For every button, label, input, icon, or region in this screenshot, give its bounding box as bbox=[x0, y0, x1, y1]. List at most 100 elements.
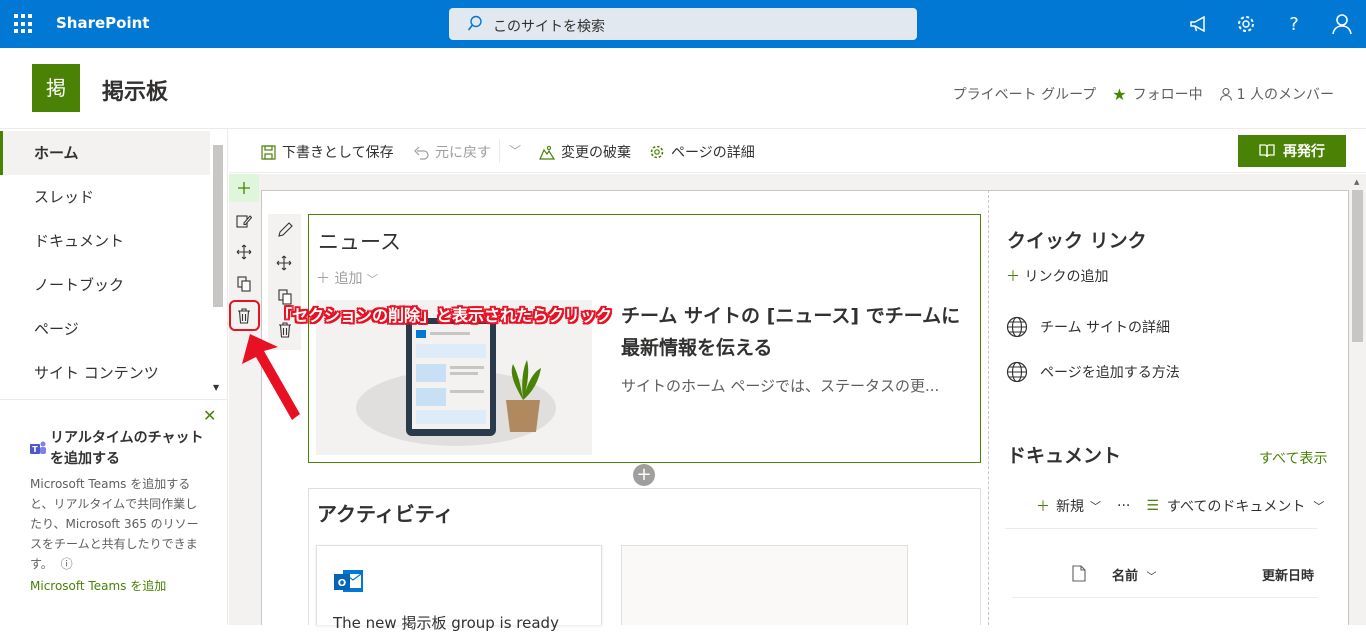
view-selector[interactable]: ☰ すべてのドキュメント ﹀ bbox=[1146, 496, 1324, 516]
add-teams-link[interactable]: Microsoft Teams を追加 bbox=[30, 577, 166, 594]
move-icon bbox=[236, 244, 252, 260]
privacy-label: プライベート グループ bbox=[952, 87, 1097, 103]
site-title[interactable]: 掲示板 bbox=[102, 74, 168, 106]
plus-icon bbox=[238, 182, 250, 194]
teams-promo-title: リアルタイムのチャットを追加する bbox=[50, 430, 204, 467]
quick-link-label: チーム サイトの詳細 bbox=[1040, 320, 1171, 336]
quick-link-add-page[interactable]: ページを追加する方法 bbox=[1006, 361, 1180, 383]
more-button[interactable]: ··· bbox=[1117, 498, 1130, 514]
move-icon[interactable] bbox=[276, 255, 292, 271]
move-section-button[interactable] bbox=[229, 238, 259, 266]
activity-card-placeholder bbox=[621, 545, 908, 625]
divider bbox=[1012, 597, 1317, 598]
site-meta: プライベート グループ ★ フォロー中 1 人のメンバー bbox=[953, 84, 1334, 104]
chevron-down-icon: ﹀ bbox=[509, 144, 522, 158]
globe-icon bbox=[1006, 316, 1028, 338]
follow-button[interactable]: ★ フォロー中 bbox=[1112, 84, 1202, 104]
nav-item-site-contents[interactable]: サイト コンテンツ bbox=[0, 351, 210, 395]
search-box[interactable]: このサイトを検索 bbox=[449, 8, 917, 40]
quick-link-team-site[interactable]: チーム サイトの詳細 bbox=[1006, 316, 1170, 338]
page-scrollbar-thumb[interactable] bbox=[1352, 190, 1363, 342]
discard-changes-button[interactable]: 変更の破棄 bbox=[539, 142, 631, 162]
add-section-button[interactable] bbox=[229, 174, 259, 202]
modified-column-header[interactable]: 更新日時 bbox=[1262, 565, 1314, 584]
members-label: 1 人のメンバー bbox=[1236, 87, 1334, 103]
save-draft-button[interactable]: 下書きとして保存 bbox=[261, 142, 394, 162]
scroll-up-icon[interactable]: ▲ bbox=[1354, 178, 1359, 186]
page-details-label: ページの詳細 bbox=[671, 145, 755, 161]
chevron-down-icon: ﹀ bbox=[366, 273, 378, 286]
nav-item-pages[interactable]: ページ bbox=[0, 307, 210, 351]
outlook-icon: O bbox=[334, 570, 363, 592]
waffle-icon[interactable] bbox=[14, 14, 34, 34]
help-icon[interactable]: ? bbox=[1282, 12, 1306, 36]
members-button[interactable]: 1 人のメンバー bbox=[1219, 84, 1334, 104]
news-add-button[interactable]: ＋ 追加 ﹀ bbox=[316, 268, 378, 288]
undo-button[interactable]: 元に戻す bbox=[413, 142, 491, 162]
info-icon[interactable]: ⓘ bbox=[61, 557, 73, 571]
news-title[interactable]: ニュース bbox=[318, 226, 401, 256]
add-link-button[interactable]: ＋ リンクの追加 bbox=[1006, 266, 1108, 286]
plus-icon: ＋ bbox=[316, 271, 330, 287]
undo-dropdown[interactable]: ﹀ bbox=[509, 142, 521, 159]
delete-highlight-box bbox=[229, 300, 260, 331]
list-icon: ☰ bbox=[1146, 498, 1159, 514]
gear-icon[interactable] bbox=[1234, 12, 1258, 36]
new-label: 新規 bbox=[1056, 499, 1084, 515]
edit-section-icon bbox=[236, 215, 252, 228]
view-label: すべてのドキュメント bbox=[1166, 499, 1306, 515]
copy-icon bbox=[237, 276, 251, 292]
brand-name[interactable]: SharePoint bbox=[56, 14, 149, 32]
left-navigation: ホーム スレッド ドキュメント ノートブック ページ サイト コンテンツ bbox=[0, 129, 228, 399]
column-divider bbox=[988, 190, 989, 625]
news-headline[interactable]: チーム サイトの [ニュース] でチームに最新情報を伝える bbox=[621, 300, 976, 364]
documents-title: ドキュメント bbox=[1007, 445, 1122, 467]
nav-item-documents[interactable]: ドキュメント bbox=[0, 219, 210, 263]
nav-scrollbar[interactable] bbox=[213, 145, 223, 307]
undo-label: 元に戻す bbox=[435, 145, 491, 161]
svg-text:O: O bbox=[338, 578, 347, 589]
divider bbox=[1005, 528, 1317, 529]
search-icon bbox=[467, 15, 482, 31]
see-all-link[interactable]: すべて表示 bbox=[1259, 448, 1327, 468]
teams-promo-description: Microsoft Teams を追加すると、リアルタイムで共同作業したり、Mi… bbox=[30, 474, 205, 574]
quick-links-title: クイック リンク bbox=[1007, 230, 1147, 252]
nav-scroll-down-icon[interactable]: ▼ bbox=[213, 383, 219, 392]
command-bar: 下書きとして保存 元に戻す ﹀ 変更の破棄 ページの詳細 bbox=[229, 129, 1366, 173]
star-icon: ★ bbox=[1112, 84, 1127, 104]
nav-item-home[interactable]: ホーム bbox=[0, 131, 210, 175]
duplicate-section-button[interactable] bbox=[229, 270, 259, 298]
chevron-down-icon: ﹀ bbox=[1090, 500, 1101, 513]
name-column-header[interactable]: 名前 ﹀ bbox=[1112, 565, 1157, 584]
undo-icon bbox=[414, 146, 429, 160]
documents-commandbar: ＋ 新規 ﹀ ··· ☰ すべてのドキュメント ﹀ bbox=[1036, 496, 1324, 516]
name-column-label: 名前 bbox=[1112, 569, 1139, 584]
megaphone-icon[interactable] bbox=[1188, 12, 1212, 36]
edit-section-button[interactable] bbox=[229, 207, 259, 235]
news-summary: サイトのホーム ページでは、ステータスの更... bbox=[621, 377, 940, 395]
page-details-button[interactable]: ページの詳細 bbox=[649, 142, 755, 162]
save-icon bbox=[261, 144, 276, 160]
republish-button[interactable]: 再発行 bbox=[1238, 135, 1346, 167]
book-icon bbox=[1259, 144, 1275, 158]
plus-icon: ＋ bbox=[1036, 499, 1050, 515]
nav-item-notebook[interactable]: ノートブック bbox=[0, 263, 210, 307]
site-logo[interactable]: 掲 bbox=[32, 64, 80, 112]
republish-label: 再発行 bbox=[1283, 144, 1325, 160]
discard-label: 変更の破棄 bbox=[561, 145, 631, 161]
globe-icon bbox=[1006, 361, 1028, 383]
plus-icon: ＋ bbox=[1006, 269, 1020, 285]
new-document-button[interactable]: ＋ 新規 ﹀ bbox=[1036, 496, 1101, 516]
teams-promo-text: Microsoft Teams を追加すると、リアルタイムで共同作業したり、Mi… bbox=[30, 477, 199, 571]
person-icon[interactable] bbox=[1330, 12, 1354, 36]
annotation-text: 「セクションの削除」と表示されたらクリック bbox=[276, 306, 613, 325]
gear-icon bbox=[650, 145, 664, 159]
quick-link-label: ページを追加する方法 bbox=[1040, 365, 1180, 381]
close-icon[interactable]: ✕ bbox=[203, 406, 216, 425]
suite-bar: SharePoint このサイトを検索 ? bbox=[0, 0, 1366, 48]
annotation-arrow bbox=[242, 334, 300, 420]
activity-card-text: The new 掲示板 group is ready bbox=[333, 614, 559, 632]
nav-item-threads[interactable]: スレッド bbox=[0, 175, 210, 219]
pencil-icon[interactable] bbox=[277, 222, 293, 238]
add-webpart-button[interactable]: + bbox=[633, 464, 655, 486]
